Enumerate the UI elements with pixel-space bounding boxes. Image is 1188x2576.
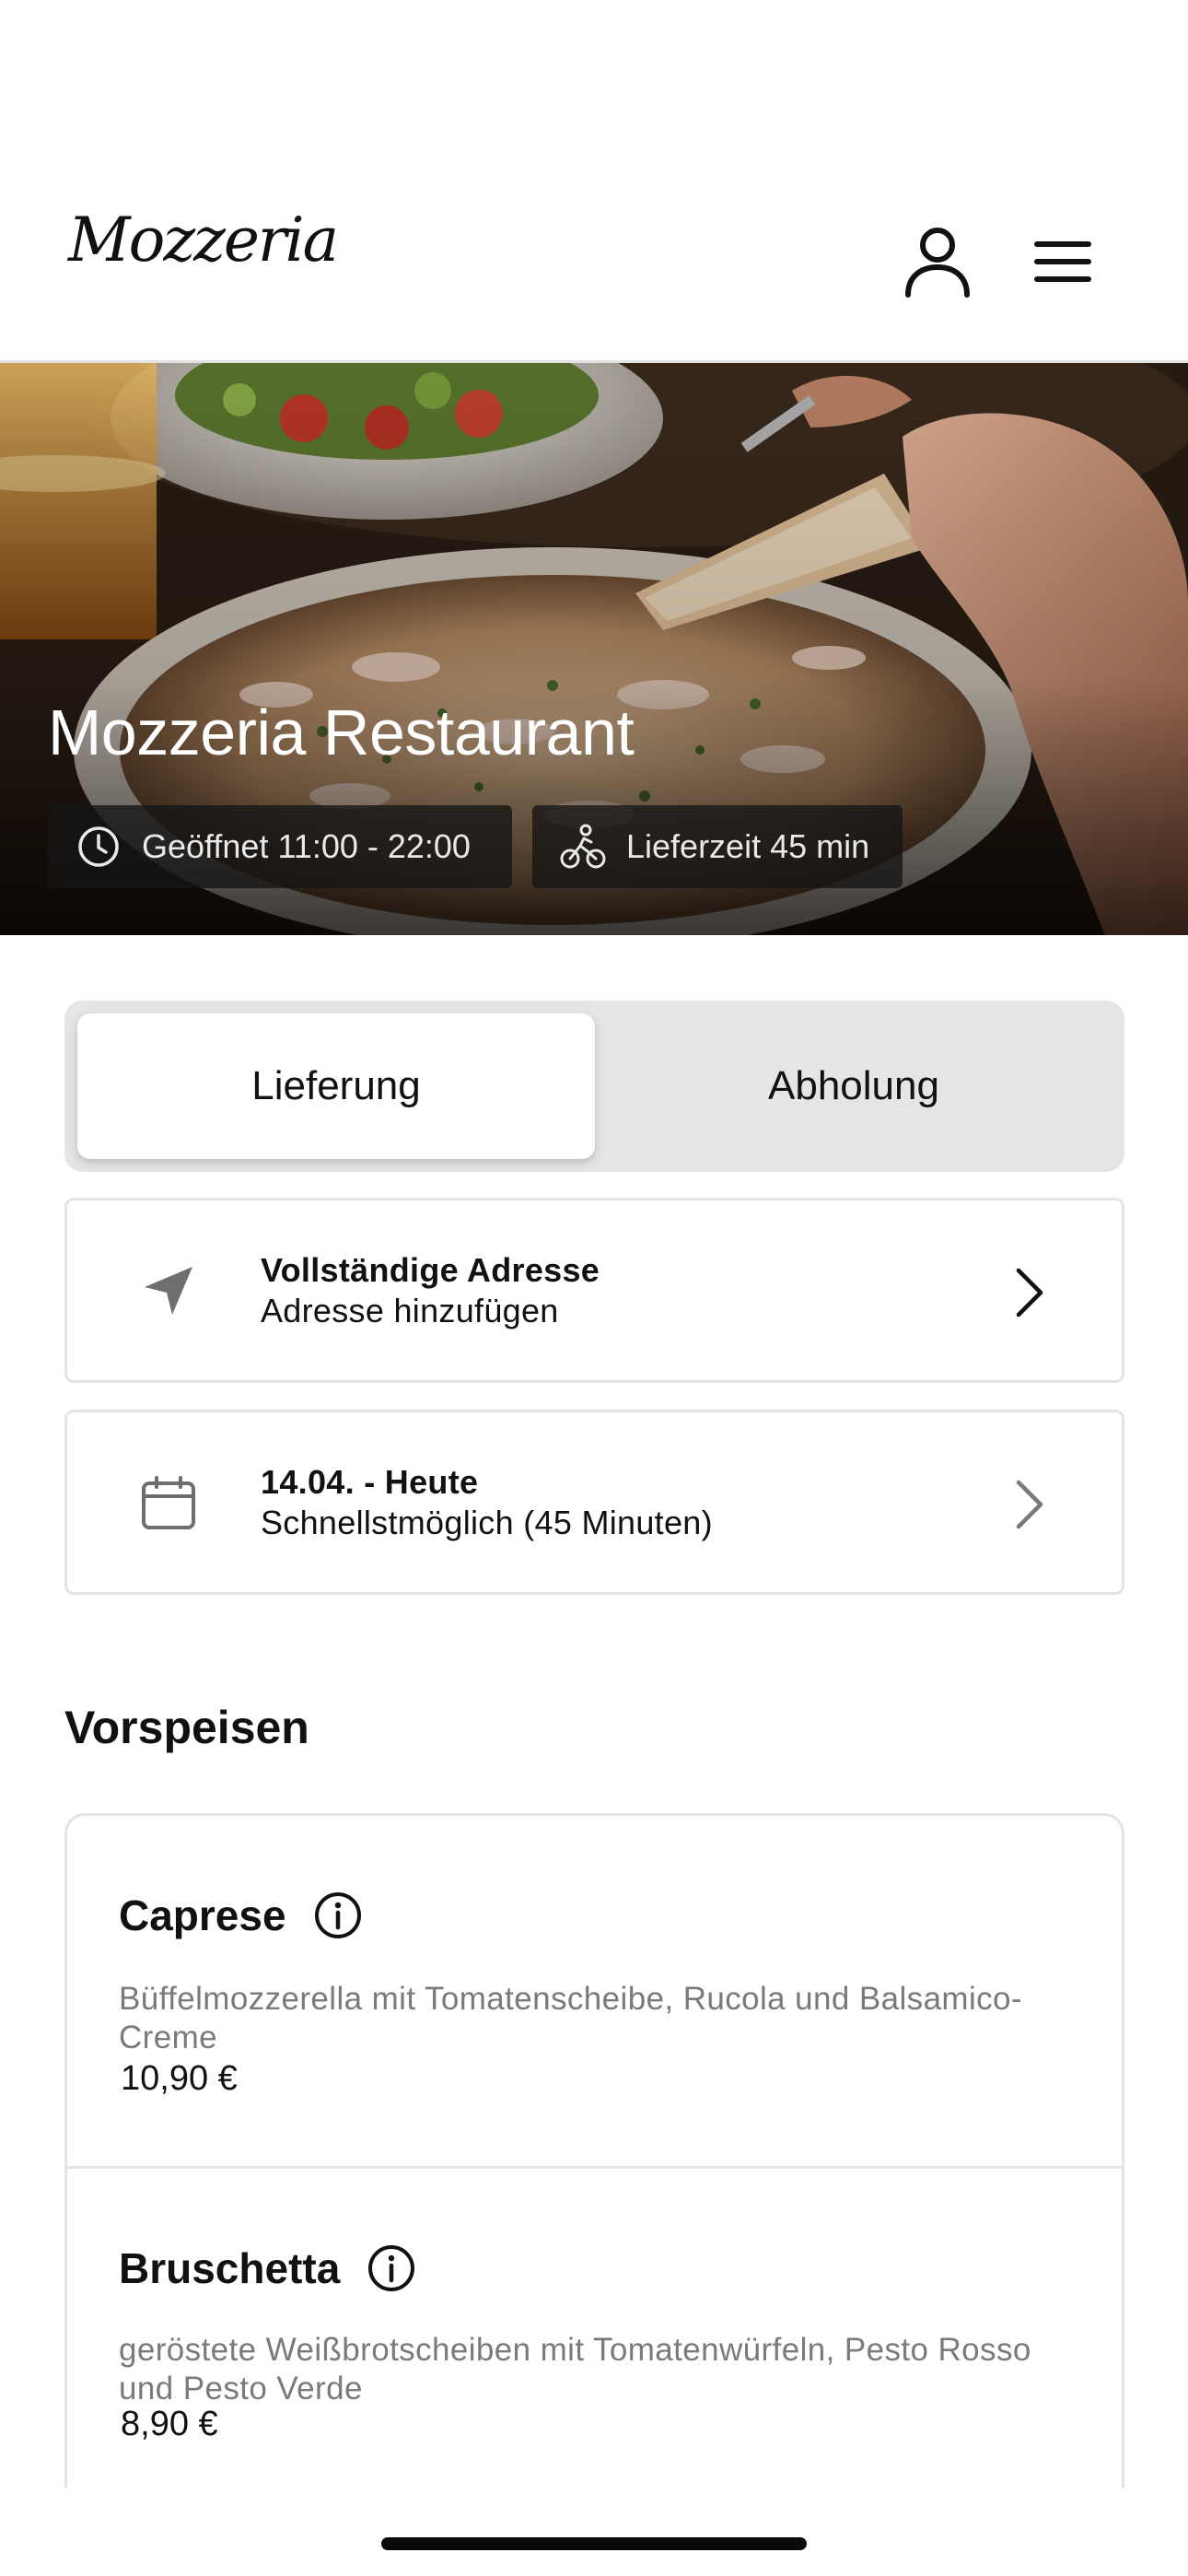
item-description: Büffelmozzerella mit Tomatenscheibe, Ruc…	[119, 1981, 1022, 2055]
user-icon	[905, 228, 970, 298]
info-icon[interactable]	[312, 1890, 364, 1941]
calendar-icon	[134, 1468, 204, 1538]
hamburger-menu-icon	[1034, 241, 1091, 282]
section-title-vorspeisen: Vorspeisen	[64, 1702, 309, 1753]
schedule-time: Schnellstmöglich (45 Minuten)	[261, 1504, 713, 1541]
delivery-time-selector[interactable]: 14.04. - Heute Schnellstmöglich (45 Minu…	[64, 1410, 1124, 1595]
item-name: Caprese	[119, 1891, 286, 1939]
order-mode-toggle: Lieferung Abholung	[64, 1001, 1124, 1172]
address-subtitle: Adresse hinzufügen	[261, 1292, 559, 1329]
menu-button[interactable]	[1017, 216, 1109, 308]
menu-item-bruschetta[interactable]: Bruschetta geröstete Weißbrotscheiben mi…	[67, 2169, 1122, 2513]
profile-button[interactable]	[891, 216, 984, 308]
delivery-time-chip: Lieferzeit 45 min	[532, 805, 903, 888]
item-name: Bruschetta	[119, 2244, 341, 2292]
info-icon[interactable]	[366, 2242, 417, 2294]
restaurant-title: Mozzeria Restaurant	[48, 697, 635, 768]
schedule-date: 14.04. - Heute	[261, 1463, 479, 1501]
menu-list: Caprese Büffelmozzerella mit Tomatensche…	[64, 1813, 1124, 2513]
home-indicator-area	[0, 2488, 1188, 2576]
opening-hours-text: Geöffnet 11:00 - 22:00	[142, 827, 471, 865]
tab-abholung[interactable]: Abholung	[595, 1013, 1112, 1159]
bicycle-icon	[560, 824, 606, 870]
address-title: Vollständige Adresse	[261, 1251, 600, 1289]
chevron-right-icon	[1016, 1268, 1043, 1317]
chevron-right-icon	[1016, 1480, 1043, 1529]
delivery-time-text: Lieferzeit 45 min	[626, 827, 870, 865]
tab-lieferung[interactable]: Lieferung	[77, 1013, 595, 1159]
address-selector[interactable]: Vollständige Adresse Adresse hinzufügen	[64, 1198, 1124, 1383]
item-description: geröstete Weißbrotscheiben mit Tomatenwü…	[119, 2332, 1031, 2406]
hero-banner: Mozzeria Restaurant Geöffnet 11:00 - 22:…	[0, 363, 1188, 935]
item-price: 10,90 €	[121, 2059, 238, 2098]
menu-item-caprese[interactable]: Caprese Büffelmozzerella mit Tomatensche…	[67, 1816, 1122, 2169]
app-header: Mozzeria	[0, 0, 1188, 363]
opening-hours-chip: Geöffnet 11:00 - 22:00	[48, 805, 512, 888]
mozzeria-logo[interactable]: Mozzeria	[68, 210, 339, 271]
item-price: 8,90 €	[121, 2405, 218, 2443]
location-arrow-icon	[134, 1256, 204, 1326]
home-indicator[interactable]	[381, 2537, 807, 2550]
clock-icon	[76, 824, 122, 870]
